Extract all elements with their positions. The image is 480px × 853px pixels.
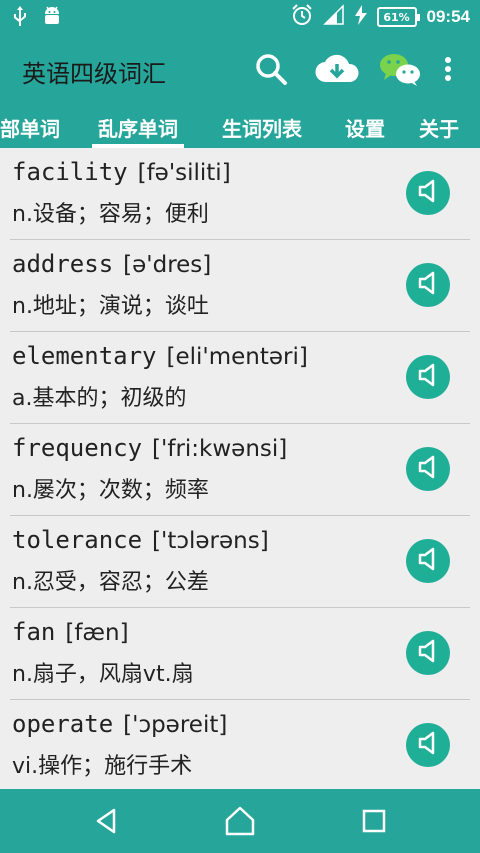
- word-line: address [ə'dres]: [12, 250, 211, 278]
- bolt-icon: [354, 5, 367, 29]
- android-icon: [42, 5, 62, 31]
- word-text: fan: [12, 618, 56, 646]
- speak-button[interactable]: [406, 263, 450, 307]
- back-button[interactable]: [86, 803, 126, 843]
- speak-button[interactable]: [406, 723, 450, 767]
- navigation-bar: [0, 789, 480, 853]
- speak-button[interactable]: [406, 355, 450, 399]
- tab-all-words[interactable]: 部单词: [0, 112, 60, 146]
- word-line: elementary [eli'mentəri]: [12, 342, 308, 370]
- tab-bar: 部单词 乱序单词 生词列表 设置 关于: [0, 108, 480, 148]
- speaker-icon: [417, 363, 439, 391]
- word-text: tolerance: [12, 526, 143, 554]
- battery-level: 61%: [383, 10, 410, 24]
- phonetic-text: ['ɔpəreit]: [123, 712, 228, 738]
- phonetic-text: ['fri:kwənsi]: [152, 436, 288, 462]
- word-text: facility: [12, 158, 128, 186]
- meaning-text: n.设备；容易；便利: [12, 202, 209, 227]
- phonetic-text: [ə'dres]: [123, 252, 212, 278]
- speaker-icon: [417, 639, 439, 667]
- word-text: address: [12, 250, 114, 278]
- word-line: operate ['ɔpəreit]: [12, 710, 227, 738]
- word-line: fan [fæn]: [12, 618, 129, 646]
- recents-button[interactable]: [354, 803, 394, 843]
- list-item[interactable]: frequency ['fri:kwənsi] n.屡次；次数；频率: [10, 424, 470, 516]
- tab-settings[interactable]: 设置: [345, 112, 385, 146]
- meaning-text: a.基本的；初级的: [12, 386, 187, 411]
- word-text: elementary: [12, 342, 157, 370]
- meaning-text: vi.操作；施行手术: [12, 754, 193, 779]
- word-list[interactable]: facility [fə'siliti] n.设备；容易；便利 address [ə…: [0, 148, 480, 789]
- search-icon: [254, 52, 288, 90]
- word-text: operate: [12, 710, 114, 738]
- list-item[interactable]: operate ['ɔpəreit] vi.操作；施行手术: [10, 700, 470, 789]
- more-vert-icon: [444, 56, 452, 86]
- home-icon: [224, 806, 256, 840]
- clock: 09:54: [426, 7, 470, 26]
- meaning-text: n.地址；演说；谈吐: [12, 294, 209, 319]
- cloud-download-icon: [314, 52, 360, 90]
- back-icon: [92, 807, 120, 839]
- app-bar: 英语四级词汇: [0, 34, 480, 108]
- phonetic-text: [fə'siliti]: [137, 160, 231, 186]
- status-bar: 61% 09:54: [0, 0, 480, 34]
- word-line: tolerance ['tɔlərəns]: [12, 526, 269, 554]
- word-text: frequency: [12, 434, 143, 462]
- more-options-button[interactable]: [430, 48, 466, 94]
- speak-button[interactable]: [406, 447, 450, 491]
- wechat-share-button[interactable]: [376, 48, 424, 94]
- speaker-icon: [417, 547, 439, 575]
- signal-icon: [322, 4, 345, 30]
- list-item[interactable]: tolerance ['tɔlərəns] n.忍受，容忍；公差: [10, 516, 470, 608]
- word-line: frequency ['fri:kwənsi]: [12, 434, 287, 462]
- list-item[interactable]: fan [fæn] n.扇子，风扇vt.扇: [10, 608, 470, 700]
- phonetic-text: [eli'mentəri]: [166, 344, 308, 370]
- speak-button[interactable]: [406, 171, 450, 215]
- phonetic-text: ['tɔlərəns]: [152, 528, 269, 554]
- speak-button[interactable]: [406, 539, 450, 583]
- speak-button[interactable]: [406, 631, 450, 675]
- speaker-icon: [417, 455, 439, 483]
- alarm-icon: [291, 4, 313, 30]
- tab-about[interactable]: 关于: [419, 112, 459, 146]
- list-item[interactable]: address [ə'dres] n.地址；演说；谈吐: [10, 240, 470, 332]
- speaker-icon: [417, 179, 439, 207]
- meaning-text: n.忍受，容忍；公差: [12, 570, 209, 595]
- home-button[interactable]: [220, 803, 260, 843]
- recents-icon: [362, 809, 386, 837]
- download-button[interactable]: [312, 48, 362, 94]
- list-item[interactable]: facility [fə'siliti] n.设备；容易；便利: [10, 148, 470, 240]
- phonetic-text: [fæn]: [65, 620, 129, 646]
- tab-new-word-list[interactable]: 生词列表: [222, 112, 302, 146]
- meaning-text: n.屡次；次数；频率: [12, 478, 209, 503]
- usb-icon: [12, 5, 28, 31]
- speaker-icon: [417, 271, 439, 299]
- speaker-icon: [417, 731, 439, 759]
- page-title: 英语四级词汇: [22, 60, 166, 88]
- word-line: facility [fə'siliti]: [12, 158, 231, 186]
- battery-indicator: 61%: [376, 7, 420, 27]
- search-button[interactable]: [248, 48, 294, 94]
- meaning-text: n.扇子，风扇vt.扇: [12, 662, 194, 687]
- list-item[interactable]: elementary [eli'mentəri] a.基本的；初级的: [10, 332, 470, 424]
- wechat-icon: [378, 51, 422, 91]
- tab-random-words[interactable]: 乱序单词: [92, 112, 184, 148]
